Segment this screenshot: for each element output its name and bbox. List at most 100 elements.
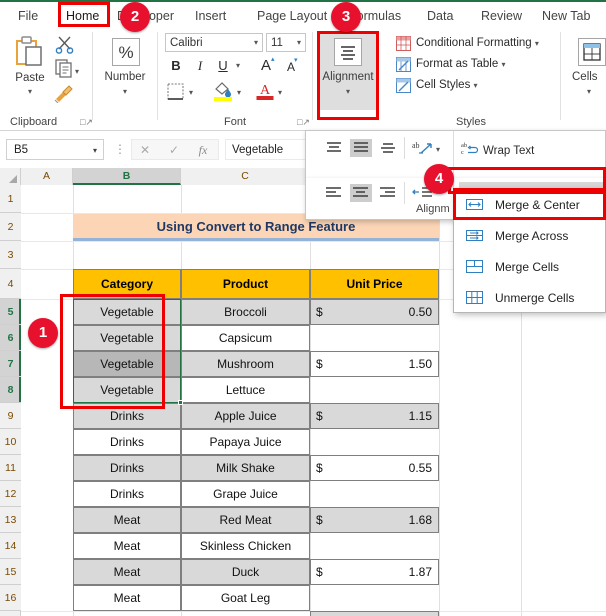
insert-function-fx-icon[interactable]: fx: [190, 140, 216, 161]
table-row[interactable]: Skinless Chicken: [181, 533, 310, 559]
row-header-5[interactable]: 5: [0, 299, 21, 325]
row-header-13[interactable]: 13: [0, 507, 21, 533]
table-row[interactable]: $ 1.68: [310, 507, 439, 533]
table-row[interactable]: Meat: [73, 585, 181, 611]
underline-chevron-down-icon[interactable]: ▾: [236, 61, 240, 70]
number-format-button[interactable]: % Number ▾: [99, 34, 151, 110]
alignment-group-button[interactable]: Alignment ▾: [320, 34, 376, 110]
table-row[interactable]: Duck: [181, 559, 310, 585]
underline-button[interactable]: U: [213, 57, 233, 75]
fill-color-icon[interactable]: [212, 80, 234, 101]
format-as-table-chevron-down-icon[interactable]: ▾: [501, 60, 505, 69]
align-middle-icon[interactable]: [350, 139, 372, 157]
table-row[interactable]: Meat: [73, 533, 181, 559]
table-row[interactable]: $ 1.50: [310, 351, 439, 377]
row-header-2[interactable]: 2: [0, 213, 21, 241]
font-dialog-launcher[interactable]: □↗: [297, 117, 310, 128]
menu-item-merge-cells[interactable]: Merge Cells: [454, 252, 606, 282]
paste-chevron-down-icon[interactable]: ▾: [6, 88, 54, 96]
menu-item-merge-and-center[interactable]: Merge & Center: [454, 190, 606, 220]
table-row[interactable]: $ 1.50: [310, 611, 439, 616]
table-header-product[interactable]: Product: [181, 269, 310, 299]
cut-scissors-icon[interactable]: [55, 34, 75, 54]
borders-icon[interactable]: [166, 82, 185, 101]
copy-icon[interactable]: [54, 58, 74, 78]
align-right-icon[interactable]: [377, 184, 399, 202]
menu-item-merge-across[interactable]: Merge Across: [454, 221, 606, 251]
table-row[interactable]: Drinks: [73, 429, 181, 455]
alignment-chevron-down-icon[interactable]: ▾: [320, 88, 376, 96]
table-row[interactable]: Vegetable: [73, 325, 181, 351]
tab-page-layout[interactable]: Page Layout: [253, 5, 331, 27]
number-chevron-down-icon[interactable]: ▾: [99, 88, 151, 96]
tab-file[interactable]: File: [14, 5, 42, 27]
font-color-chevron-down-icon[interactable]: ▾: [278, 88, 282, 97]
orientation-chevron-down-icon[interactable]: ▾: [436, 145, 440, 154]
font-color-icon[interactable]: A: [255, 80, 275, 101]
row-header-6[interactable]: 6: [0, 325, 21, 351]
align-center-icon[interactable]: [350, 184, 372, 202]
table-row[interactable]: Drinks: [73, 455, 181, 481]
row-header-11[interactable]: 11: [0, 455, 21, 481]
conditional-formatting-item[interactable]: Conditional Formatting ▾: [416, 35, 539, 52]
cells-group-button[interactable]: Cells ▾: [572, 34, 606, 110]
row-header-3[interactable]: 3: [0, 241, 21, 269]
table-row[interactable]: Vegetable: [73, 299, 181, 325]
fill-color-chevron-down-icon[interactable]: ▾: [237, 88, 241, 97]
row-header-10[interactable]: 10: [0, 429, 21, 455]
font-name-chevron-down-icon[interactable]: ▾: [254, 34, 258, 52]
tab-new-tab[interactable]: New Tab: [538, 5, 594, 27]
column-header-b[interactable]: B: [73, 168, 181, 185]
row-header-7[interactable]: 7: [0, 351, 21, 377]
name-box-chevron-down-icon[interactable]: ▾: [93, 140, 97, 161]
row-header-16[interactable]: 16: [0, 585, 21, 611]
column-header-a[interactable]: A: [21, 168, 73, 185]
tab-insert[interactable]: Insert: [191, 5, 230, 27]
table-row[interactable]: Capsicum: [181, 325, 310, 351]
table-row[interactable]: Mushroom: [181, 351, 310, 377]
table-row[interactable]: Meat: [73, 507, 181, 533]
table-header-category[interactable]: Category: [73, 269, 181, 299]
table-row[interactable]: $ 1.87: [310, 559, 439, 585]
copy-chevron-down-icon[interactable]: ▾: [75, 67, 79, 76]
cell-styles-chevron-down-icon[interactable]: ▾: [474, 81, 478, 90]
tab-data[interactable]: Data: [423, 5, 457, 27]
paste-button[interactable]: Paste ▾: [6, 34, 54, 110]
table-row[interactable]: Goat Leg: [181, 585, 310, 611]
bold-button[interactable]: B: [166, 57, 186, 75]
table-row[interactable]: Meat: [73, 559, 181, 585]
cancel-x-icon[interactable]: ✕: [132, 140, 158, 161]
cell-styles-item[interactable]: Cell Styles ▾: [416, 77, 478, 94]
row-header-4[interactable]: 4: [0, 269, 21, 299]
font-size-chevron-down-icon[interactable]: ▾: [297, 34, 301, 52]
selection-fill-handle[interactable]: [178, 400, 183, 405]
table-row[interactable]: $ 1.15: [310, 403, 439, 429]
row-header-15[interactable]: 15: [0, 559, 21, 585]
name-box[interactable]: B5 ▾: [6, 139, 104, 160]
table-row[interactable]: Lettuce: [181, 377, 310, 403]
enter-check-icon[interactable]: ✓: [161, 140, 187, 161]
cells-chevron-down-icon[interactable]: ▾: [572, 88, 606, 96]
select-all-corner-button[interactable]: [0, 168, 21, 185]
table-row[interactable]: Vegetable: [73, 351, 181, 377]
column-header-c[interactable]: C: [181, 168, 310, 185]
align-bottom-icon[interactable]: [377, 139, 399, 157]
wrap-text-item[interactable]: Wrap Text: [483, 145, 534, 157]
orientation-icon[interactable]: ab: [410, 139, 432, 157]
table-row[interactable]: $ 0.55: [310, 455, 439, 481]
align-left-icon[interactable]: [323, 184, 345, 202]
table-row[interactable]: Broccoli: [181, 299, 310, 325]
menu-item-unmerge-cells[interactable]: Unmerge Cells: [454, 283, 606, 313]
row-header-14[interactable]: 14: [0, 533, 21, 559]
font-size-combo[interactable]: 11 ▾: [266, 33, 306, 52]
row-header-12[interactable]: 12: [0, 481, 21, 507]
borders-chevron-down-icon[interactable]: ▾: [189, 88, 193, 97]
table-row[interactable]: Apple Juice: [181, 403, 310, 429]
table-row[interactable]: Drinks: [73, 403, 181, 429]
conditional-formatting-chevron-down-icon[interactable]: ▾: [535, 39, 539, 48]
italic-button[interactable]: I: [190, 57, 210, 75]
table-row[interactable]: $ 0.50: [310, 299, 439, 325]
format-painter-icon[interactable]: [53, 83, 75, 103]
table-row[interactable]: Drinks: [73, 481, 181, 507]
font-name-combo[interactable]: Calibri ▾: [165, 33, 263, 52]
